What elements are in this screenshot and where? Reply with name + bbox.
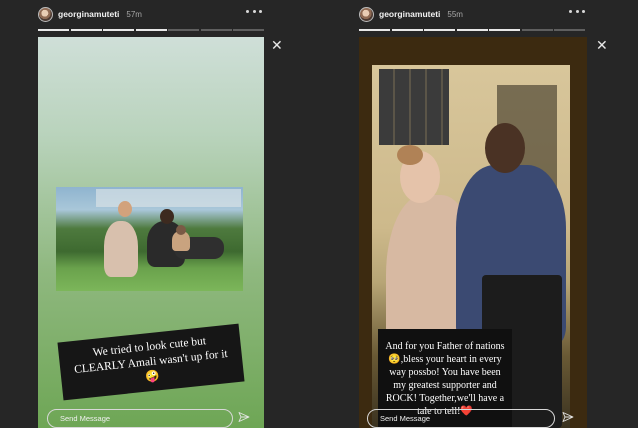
progress-segment	[200, 29, 232, 31]
close-button[interactable]: ✕	[271, 38, 283, 52]
send-icon[interactable]	[238, 411, 250, 423]
more-horizontal-icon	[246, 9, 249, 13]
post-time: 55m	[447, 9, 463, 19]
more-options-button[interactable]	[246, 6, 262, 16]
progress-segment	[103, 29, 134, 31]
send-message-input[interactable]: Send Message	[47, 409, 233, 428]
progress-segment	[168, 29, 199, 31]
avatar[interactable]	[359, 6, 374, 22]
more-horizontal-icon	[569, 9, 572, 13]
progress-segment	[70, 29, 102, 31]
send-icon[interactable]	[562, 411, 574, 423]
more-options-button[interactable]	[569, 6, 585, 16]
username[interactable]: georginamuteti	[379, 9, 440, 19]
progress-segment	[521, 29, 553, 31]
story-viewer-right: georginamuteti 55m ✕ And for you Father	[319, 0, 638, 428]
progress-segment	[554, 29, 585, 31]
story-progress-bar	[359, 29, 585, 31]
story-frame[interactable]: We tried to look cute but CLEARLY Amali …	[38, 37, 264, 428]
story-header: georginamuteti 57m	[38, 5, 142, 23]
story-viewer-left: georginamuteti 57m ✕ We tried to look cu	[0, 0, 319, 428]
progress-segment	[38, 29, 69, 31]
caption-text: And for you Father of nations🥺,bless you…	[385, 340, 505, 417]
story-frame[interactable]: And for you Father of nations🥺,bless you…	[359, 37, 587, 428]
story-header: georginamuteti 55m	[359, 5, 463, 23]
close-icon: ✕	[271, 37, 283, 53]
send-message-input[interactable]: Send Message	[367, 409, 555, 428]
progress-segment	[456, 29, 488, 31]
avatar[interactable]	[38, 6, 53, 22]
progress-segment	[135, 29, 167, 31]
close-icon: ✕	[596, 37, 608, 53]
close-button[interactable]: ✕	[596, 38, 608, 52]
progress-segment	[489, 29, 520, 31]
story-photo	[56, 187, 243, 291]
username[interactable]: georginamuteti	[58, 9, 119, 19]
post-time: 57m	[126, 9, 142, 19]
progress-segment	[359, 29, 390, 31]
caption-text: We tried to look cute but CLEARLY Amali …	[73, 334, 229, 384]
progress-segment	[233, 29, 264, 31]
progress-segment	[424, 29, 455, 31]
story-progress-bar	[38, 29, 264, 31]
progress-segment	[391, 29, 423, 31]
story-caption: We tried to look cute but CLEARLY Amali …	[57, 323, 245, 401]
